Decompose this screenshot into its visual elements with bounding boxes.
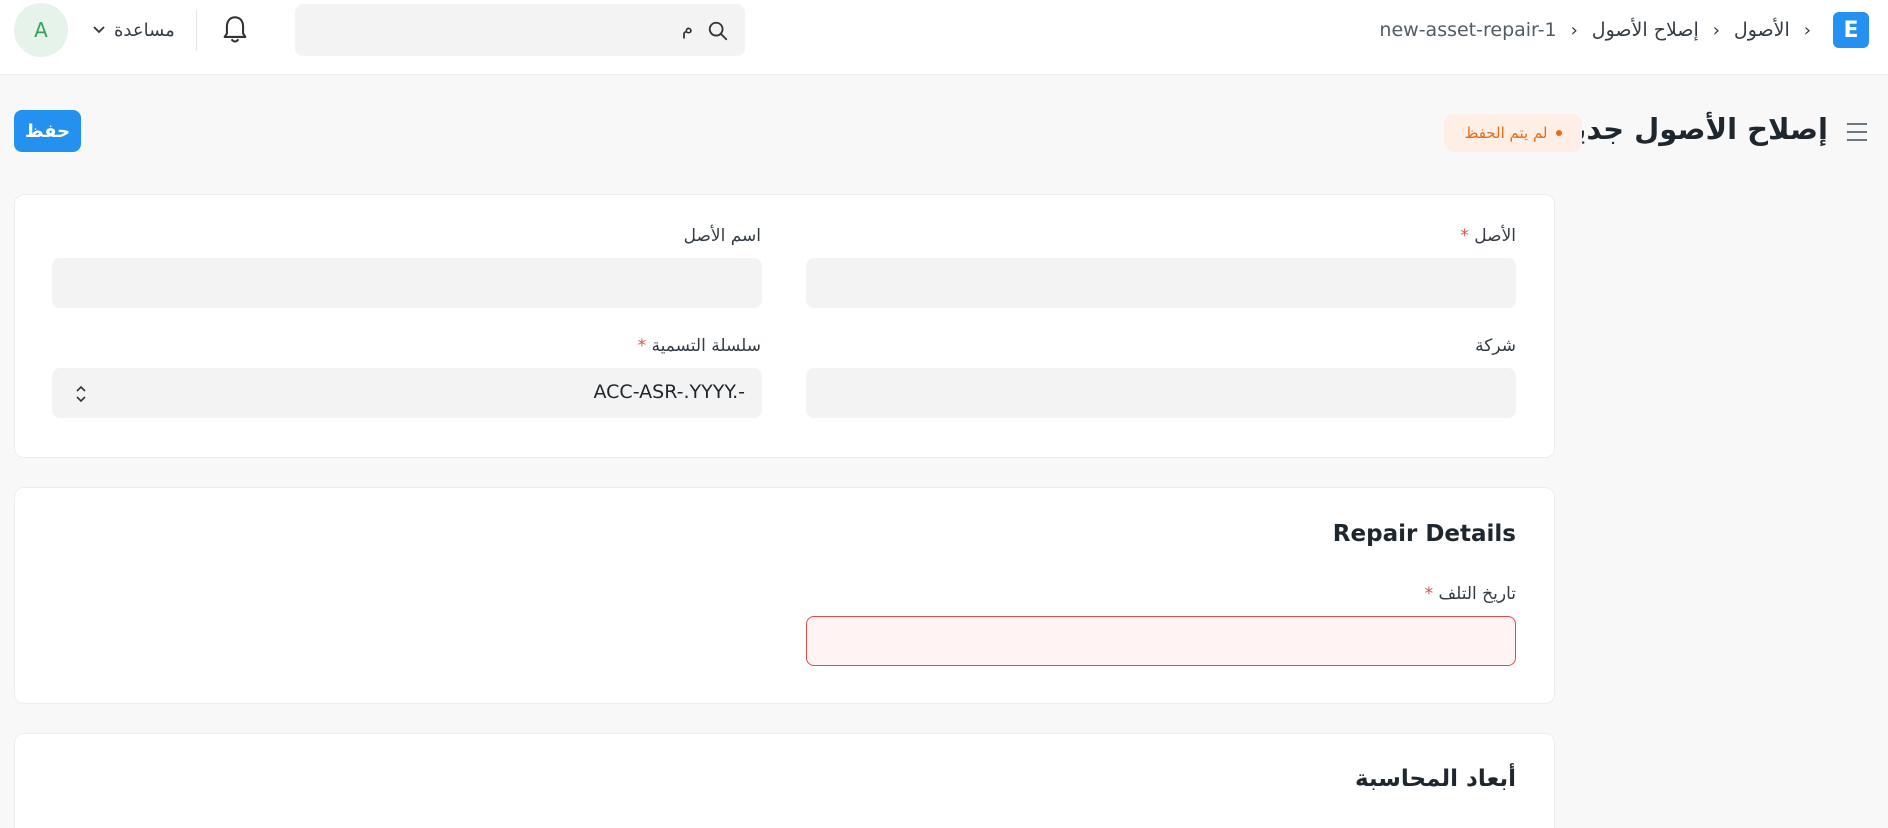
asset-label: الأصل * <box>1460 226 1516 246</box>
help-label: مساعدة <box>114 19 175 41</box>
section-title-accounting-dimensions: أبعاد المحاسبة <box>1354 766 1516 792</box>
breadcrumb: › الأصول › إصلاح الأصول › new-asset-repa… <box>1379 14 1811 46</box>
asset-field[interactable] <box>806 258 1516 308</box>
company-label: شركة <box>1475 336 1516 356</box>
breadcrumb-assets[interactable]: الأصول <box>1734 19 1790 41</box>
search-input[interactable]: م <box>682 18 693 39</box>
naming-series-value: ACC-ASR-.YYYY.- <box>593 381 746 403</box>
asset-name-field[interactable] <box>52 258 762 308</box>
select-arrows-icon <box>76 385 86 403</box>
chevron-right-icon: › <box>1803 19 1811 41</box>
search-bar[interactable]: م <box>295 4 745 56</box>
status-dot-icon <box>1555 130 1562 136</box>
status-badge: لم يتم الحفظ <box>1444 114 1582 152</box>
save-button[interactable]: حفظ <box>14 110 81 152</box>
failure-date-field[interactable] <box>806 616 1516 666</box>
sidebar-toggle-icon[interactable] <box>1845 121 1869 143</box>
avatar[interactable]: A <box>14 3 68 57</box>
chevron-down-icon <box>93 26 105 34</box>
section-title-repair-details: Repair Details <box>1332 521 1516 547</box>
page-title: إصلاح الأصول جديد <box>1558 112 1828 146</box>
repair-details-card: Repair Details تاريخ التلف * <box>14 487 1555 704</box>
help-dropdown[interactable]: مساعدة <box>92 16 175 44</box>
naming-series-label: سلسلة التسمية * <box>637 336 761 356</box>
navbar-divider <box>196 10 197 50</box>
search-icon <box>708 21 728 41</box>
bell-icon[interactable] <box>221 15 249 45</box>
breadcrumb-asset-repair[interactable]: إصلاح الأصول <box>1592 19 1699 41</box>
company-field[interactable] <box>806 368 1516 418</box>
naming-series-select[interactable]: ACC-ASR-.YYYY.- <box>52 368 762 418</box>
asset-name-label: اسم الأصل <box>683 226 761 246</box>
accounting-dimensions-card: أبعاد المحاسبة <box>14 733 1555 828</box>
breadcrumb-current: new-asset-repair-1 <box>1379 19 1557 41</box>
status-label: لم يتم الحفظ <box>1464 124 1548 142</box>
chevron-right-icon: › <box>1570 19 1578 41</box>
navbar: E › الأصول › إصلاح الأصول › new-asset-re… <box>0 0 1888 75</box>
chevron-right-icon: › <box>1712 19 1720 41</box>
failure-date-label: تاريخ التلف * <box>1424 584 1516 604</box>
app-logo[interactable]: E <box>1833 12 1869 48</box>
asset-details-card: الأصل * اسم الأصل شركة سلسلة التسمية * A… <box>14 194 1555 458</box>
